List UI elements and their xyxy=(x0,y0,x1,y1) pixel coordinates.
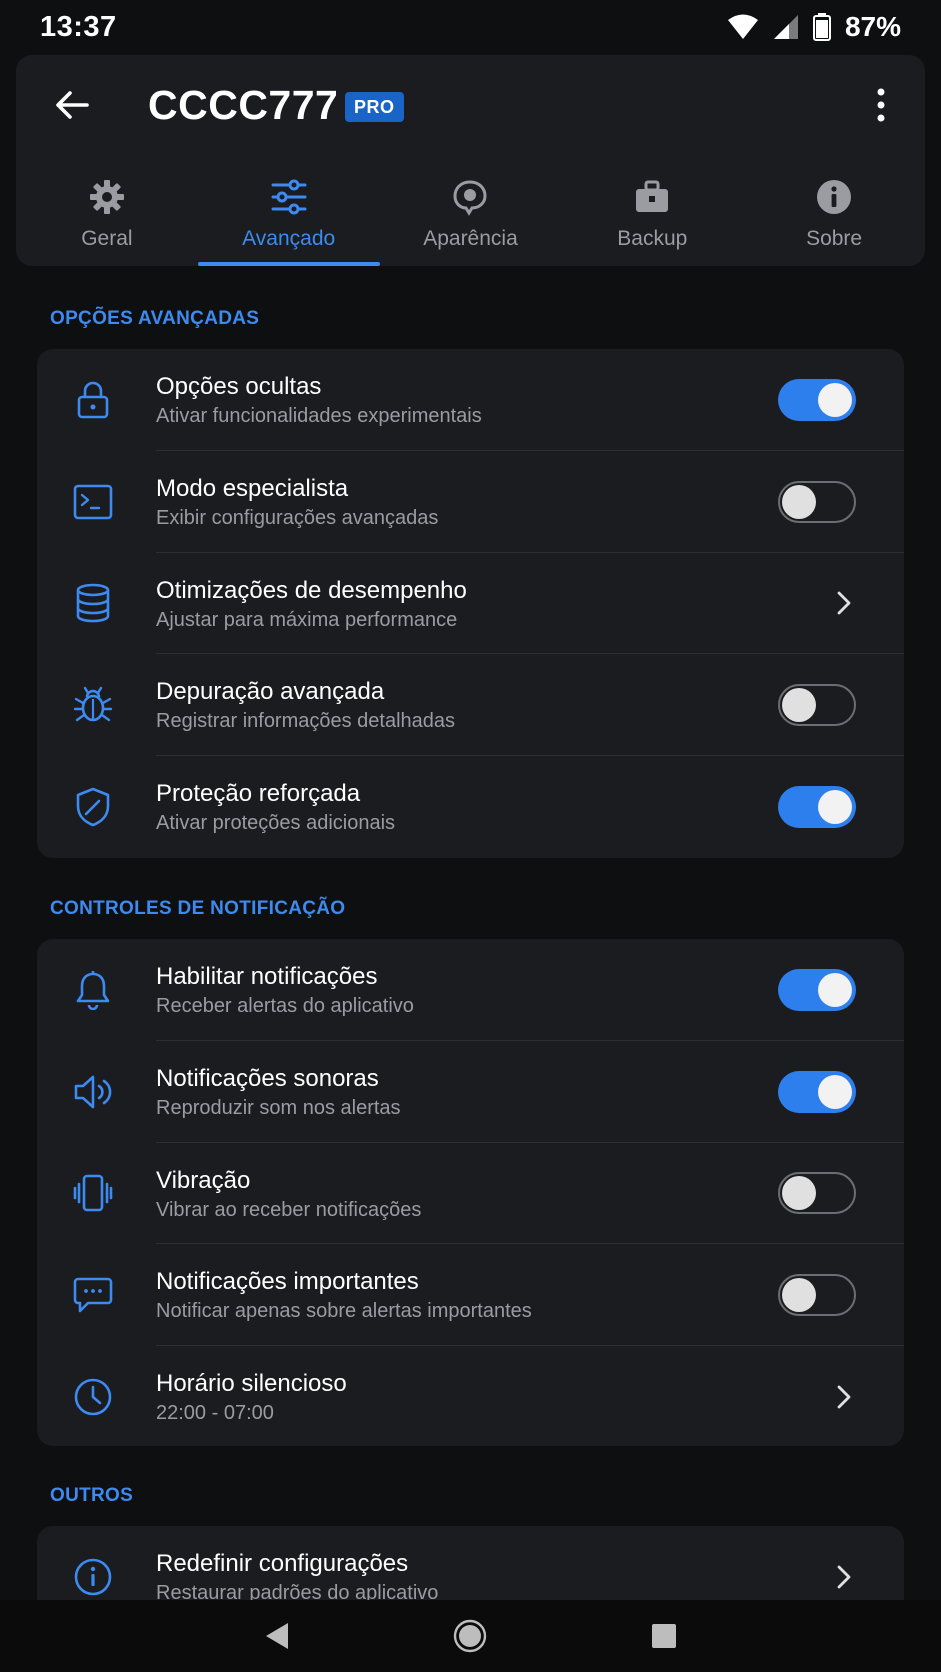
palette-icon xyxy=(453,180,487,216)
battery-icon xyxy=(812,13,831,41)
chevron-right-icon xyxy=(832,587,856,619)
setting-sound-notifications[interactable]: Notificações sonoras Reproduzir som nos … xyxy=(37,1041,904,1143)
setting-title: Habilitar notificações xyxy=(156,963,378,990)
sliders-icon xyxy=(271,179,307,215)
nav-recents-button[interactable] xyxy=(644,1616,684,1656)
tab-backup[interactable]: Backup xyxy=(561,169,743,266)
speaker-icon xyxy=(74,1075,112,1108)
setting-subtitle: Reproduzir som nos alertas xyxy=(156,1096,401,1119)
circle-home-icon xyxy=(454,1619,487,1653)
tab-label: Geral xyxy=(81,227,133,250)
setting-title: Notificações sonoras xyxy=(156,1064,379,1092)
tab-label: Avançado xyxy=(242,227,336,250)
lock-icon xyxy=(77,381,109,419)
setting-hidden-options[interactable]: Opções ocultas Ativar funcionalidades ex… xyxy=(37,349,904,451)
info-icon xyxy=(817,180,852,214)
setting-subtitle: Ativar funcionalidades experimentais xyxy=(156,405,482,427)
info-circle-icon xyxy=(74,1558,112,1596)
setting-performance[interactable]: Otimizações de desempenho Ajustar para m… xyxy=(37,553,904,655)
app-bar: CCCC777 PRO Geral Avançado Aparência Bac… xyxy=(16,55,925,266)
tab-label: Sobre xyxy=(806,227,863,250)
pro-badge: PRO xyxy=(345,92,404,122)
section-header-notifications: CONTROLES DE NOTIFICAÇÃO xyxy=(50,898,346,919)
setting-title: Proteção reforçada xyxy=(156,780,361,808)
tab-aparencia[interactable]: Aparência xyxy=(380,169,562,266)
sound-notifications-toggle[interactable] xyxy=(778,1070,856,1113)
vibrate-icon xyxy=(73,1175,113,1212)
chevron-right-icon xyxy=(832,1561,856,1593)
setting-quiet-hours[interactable]: Horário silencioso 22:00 - 07:00 xyxy=(37,1346,904,1446)
notification-controls-card: Habilitar notificações Receber alertas d… xyxy=(37,939,904,1446)
square-recents-icon xyxy=(652,1624,677,1648)
setting-subtitle: Receber alertas do aplicativo xyxy=(156,995,414,1017)
app-bar-top: CCCC777 PRO xyxy=(16,55,925,155)
setting-title: Redefinir configurações xyxy=(156,1550,409,1577)
chat-icon xyxy=(73,1277,113,1313)
setting-reinforced-protection[interactable]: Proteção reforçada Ativar proteções adic… xyxy=(37,756,904,858)
setting-subtitle: Notificar apenas sobre alertas important… xyxy=(156,1300,532,1323)
hidden-options-toggle[interactable] xyxy=(778,378,856,421)
tab-avancado[interactable]: Avançado xyxy=(197,169,380,266)
setting-enable-notifications[interactable]: Habilitar notificações Receber alertas d… xyxy=(37,939,904,1041)
shield-icon xyxy=(76,787,110,827)
app-title: CCCC777 xyxy=(148,82,339,128)
settings-screen: 13:37 87% CCCC777 PRO Geral Avançado Apa… xyxy=(0,0,941,1672)
status-bar: 13:37 87% xyxy=(0,0,941,54)
tab-label: Backup xyxy=(617,227,688,250)
section-header-advanced: OPÇÕES AVANÇADAS xyxy=(50,308,260,329)
nav-home-button[interactable] xyxy=(450,1616,490,1656)
status-time: 13:37 xyxy=(40,10,117,43)
tab-geral[interactable]: Geral xyxy=(16,169,198,266)
setting-subtitle: Registrar informações detalhadas xyxy=(156,710,456,733)
setting-title: Notificações importantes xyxy=(156,1268,419,1296)
setting-subtitle: Ativar proteções adicionais xyxy=(156,812,396,835)
setting-advanced-debug[interactable]: Depuração avançada Registrar informações… xyxy=(37,654,904,757)
setting-title: Vibração xyxy=(156,1166,251,1194)
section-header-others: OUTROS xyxy=(50,1485,134,1506)
briefcase-icon xyxy=(636,180,669,212)
tab-sobre[interactable]: Sobre xyxy=(743,169,925,266)
terminal-icon xyxy=(73,484,113,519)
tab-bar: Geral Avançado Aparência Backup Sobre xyxy=(16,169,925,266)
more-vertical-icon xyxy=(877,88,885,122)
setting-title: Otimizações de desempenho xyxy=(156,576,467,604)
database-icon xyxy=(76,584,110,623)
setting-subtitle: Vibrar ao receber notificações xyxy=(156,1198,422,1221)
setting-title: Opções ocultas xyxy=(156,373,322,400)
arrow-left-icon xyxy=(56,91,89,119)
system-nav-bar xyxy=(0,1600,941,1672)
chevron-right-icon xyxy=(832,1381,856,1413)
clock-icon xyxy=(74,1378,112,1416)
triangle-back-icon xyxy=(265,1623,288,1649)
setting-subtitle: 22:00 - 07:00 xyxy=(156,1402,274,1425)
back-button[interactable] xyxy=(50,83,94,127)
important-notifications-toggle[interactable] xyxy=(778,1274,856,1317)
setting-expert-mode[interactable]: Modo especialista Exibir configurações a… xyxy=(37,451,904,553)
enable-notifications-toggle[interactable] xyxy=(778,968,856,1011)
bell-icon xyxy=(76,970,110,1010)
more-options-button[interactable] xyxy=(861,81,901,129)
advanced-debug-toggle[interactable] xyxy=(778,684,856,727)
setting-important-notifications[interactable]: Notificações importantes Notificar apena… xyxy=(37,1244,904,1347)
setting-vibration[interactable]: Vibração Vibrar ao receber notificações xyxy=(37,1143,904,1245)
status-icons: 87% xyxy=(727,11,901,43)
setting-title: Depuração avançada xyxy=(156,678,385,706)
reinforced-protection-toggle[interactable] xyxy=(778,786,856,829)
expert-mode-toggle[interactable] xyxy=(778,480,856,523)
setting-subtitle: Exibir configurações avançadas xyxy=(156,506,439,529)
setting-title: Horário silencioso xyxy=(156,1370,347,1398)
signal-icon xyxy=(773,15,798,39)
gear-icon xyxy=(89,180,124,214)
wifi-icon xyxy=(727,14,758,39)
bug-icon xyxy=(73,687,113,722)
vibration-toggle[interactable] xyxy=(778,1172,856,1215)
tab-label: Aparência xyxy=(423,227,518,250)
setting-title: Modo especialista xyxy=(156,474,349,502)
nav-back-button[interactable] xyxy=(257,1616,297,1656)
advanced-options-card: Opções ocultas Ativar funcionalidades ex… xyxy=(37,349,904,858)
battery-percent: 87% xyxy=(844,11,901,42)
setting-subtitle: Ajustar para máxima performance xyxy=(156,608,458,631)
